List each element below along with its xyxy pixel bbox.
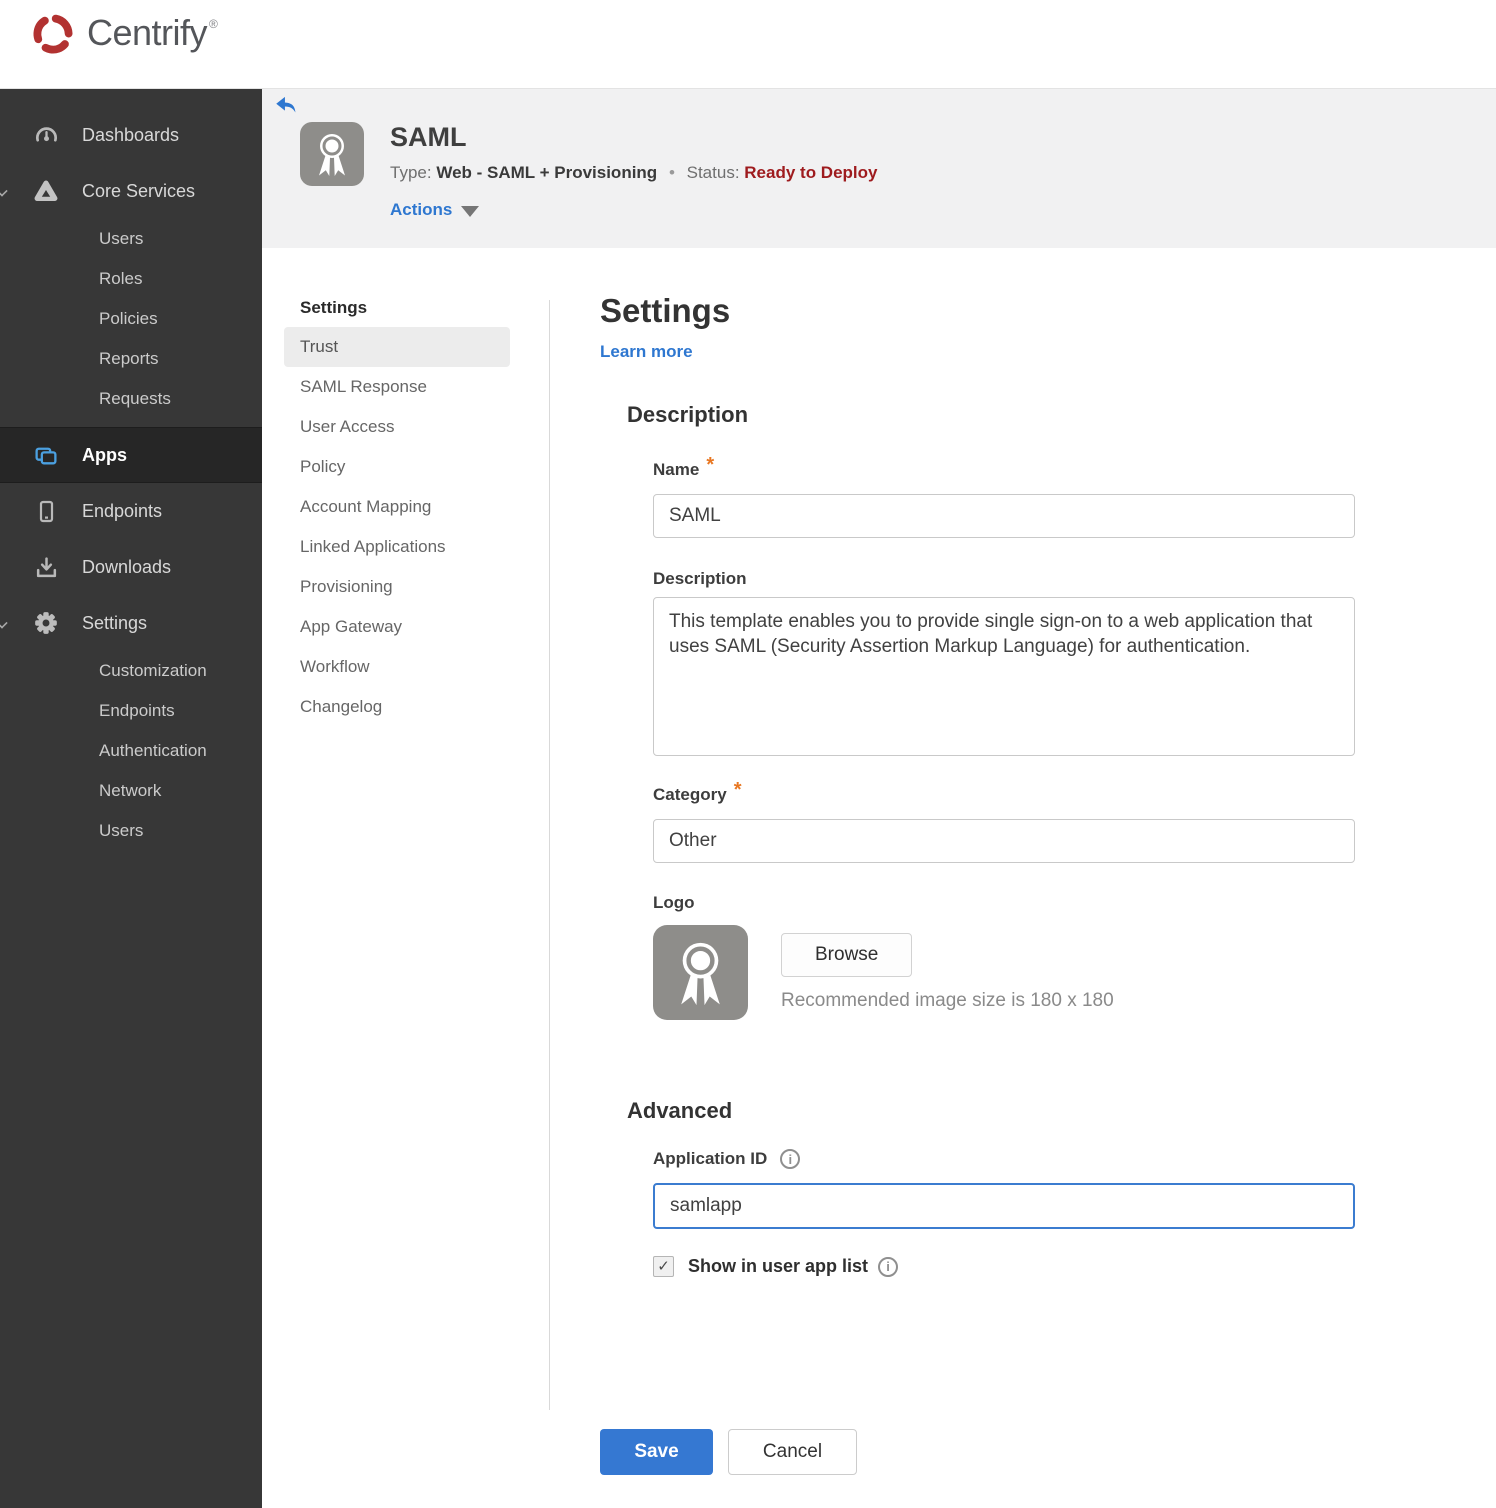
save-button[interactable]: Save — [600, 1429, 713, 1475]
description-textarea[interactable]: This template enables you to provide sin… — [653, 597, 1355, 756]
sidebar-subitem-policies[interactable]: Policies — [0, 299, 262, 339]
sidebar-item-endpoints[interactable]: Endpoints — [0, 483, 262, 539]
required-marker: * — [733, 779, 742, 801]
description-section-heading: Description — [627, 402, 749, 427]
back-arrow-icon — [276, 96, 296, 113]
top-bar: Centrify ® — [0, 0, 1496, 88]
actions-menu[interactable]: Actions — [390, 200, 877, 220]
subnav-item-linked-applications[interactable]: Linked Applications — [284, 527, 510, 567]
settings-subnav: Settings Trust SAML Response User Access… — [284, 298, 510, 727]
sidebar-subitem-endpoints-settings[interactable]: Endpoints — [0, 691, 262, 731]
app-logo-preview — [653, 925, 748, 1020]
browse-button[interactable]: Browse — [781, 933, 913, 977]
show-in-app-list-label: Show in user app list — [688, 1256, 869, 1276]
page-title: Settings — [600, 292, 731, 329]
learn-more-link[interactable]: Learn more — [600, 342, 693, 362]
subnav-header: Settings — [300, 298, 368, 317]
status-badge: Ready to Deploy — [744, 163, 878, 182]
stacked-windows-icon — [33, 442, 59, 468]
logo-label: Logo — [653, 893, 695, 912]
content: Settings Trust SAML Response User Access… — [262, 248, 1496, 1508]
registered-mark: ® — [209, 17, 218, 31]
cancel-button[interactable]: Cancel — [728, 1429, 857, 1475]
sidebar-subitem-authentication[interactable]: Authentication — [0, 731, 262, 771]
meta-separator: • — [668, 163, 675, 182]
subnav-item-account-mapping[interactable]: Account Mapping — [284, 487, 510, 527]
sidebar-item-core-services[interactable]: Core Services — [0, 163, 262, 219]
sidebar-item-downloads[interactable]: Downloads — [0, 539, 262, 595]
type-label: Type: — [390, 163, 432, 182]
sidebar-subitem-users[interactable]: Users — [0, 219, 262, 259]
status-label: Status: — [686, 163, 740, 182]
brand-logo: Centrify ® — [28, 7, 218, 59]
description-label: Description — [653, 569, 747, 588]
mobile-device-icon — [33, 498, 59, 524]
sidebar-subitem-roles[interactable]: Roles — [0, 259, 262, 299]
subnav-item-policy[interactable]: Policy — [284, 447, 510, 487]
app-title: SAML — [390, 122, 467, 152]
sidebar-item-dashboards[interactable]: Dashboards — [0, 107, 262, 163]
show-in-app-list-checkbox[interactable]: ✓ — [653, 1256, 674, 1277]
sidebar-item-apps[interactable]: Apps — [0, 427, 262, 483]
name-input[interactable] — [653, 494, 1355, 538]
gauge-icon — [33, 122, 59, 148]
sidebar-subitem-customization[interactable]: Customization — [0, 651, 262, 691]
subnav-item-saml-response[interactable]: SAML Response — [284, 367, 510, 407]
sidebar-item-settings[interactable]: Settings — [0, 595, 262, 651]
advanced-section-heading: Advanced — [627, 1098, 733, 1123]
back-button[interactable] — [275, 96, 297, 114]
main-area: SAML Type: Web - SAML + Provisioning • S… — [262, 88, 1496, 1508]
app-meta: Type: Web - SAML + Provisioning • Status… — [390, 163, 877, 183]
info-icon[interactable]: i — [878, 1256, 899, 1277]
caret-down-icon — [461, 205, 480, 217]
award-ribbon-icon — [681, 942, 720, 1006]
download-tray-icon — [33, 554, 59, 580]
application-id-label: Application ID i — [653, 1149, 1370, 1169]
subnav-item-workflow[interactable]: Workflow — [284, 647, 510, 687]
sidebar-subitem-users-settings[interactable]: Users — [0, 811, 262, 851]
sidebar-subitem-network[interactable]: Network — [0, 771, 262, 811]
sidebar-subitem-requests[interactable]: Requests — [0, 379, 262, 419]
vertical-divider — [549, 300, 550, 1410]
type-value: Web - SAML + Provisioning — [436, 163, 658, 182]
subnav-item-user-access[interactable]: User Access — [284, 407, 510, 447]
app-header: SAML Type: Web - SAML + Provisioning • S… — [262, 88, 1496, 248]
brand-name: Centrify — [87, 12, 208, 53]
chevron-down-icon — [0, 185, 8, 197]
checkmark-icon: ✓ — [657, 1258, 670, 1275]
category-label: Category * — [653, 779, 742, 804]
subnav-item-app-gateway[interactable]: App Gateway — [284, 607, 510, 647]
centrify-swirl-icon — [33, 14, 73, 54]
sidebar: Dashboards Core Services Users Roles Pol… — [0, 88, 262, 1508]
page: Centrify ® Dashboards Core Services User… — [0, 0, 1496, 1508]
triangle-knot-icon — [33, 178, 59, 204]
info-icon[interactable]: i — [780, 1149, 801, 1169]
subnav-item-changelog[interactable]: Changelog — [284, 687, 510, 727]
required-marker: * — [706, 454, 715, 476]
app-logo-icon — [300, 122, 364, 186]
gear-icon — [33, 610, 59, 636]
subnav-item-trust[interactable]: Trust — [284, 327, 510, 367]
award-ribbon-icon — [319, 134, 345, 176]
application-id-input[interactable] — [653, 1183, 1355, 1229]
name-label: Name * — [653, 454, 715, 479]
sidebar-subitem-reports[interactable]: Reports — [0, 339, 262, 379]
category-input[interactable] — [653, 819, 1355, 863]
chevron-down-icon — [0, 617, 8, 629]
subnav-item-provisioning[interactable]: Provisioning — [284, 567, 510, 607]
logo-size-hint: Recommended image size is 180 x 180 — [781, 990, 1114, 1011]
settings-form: Settings Learn more Description Name * D… — [600, 248, 1370, 1475]
